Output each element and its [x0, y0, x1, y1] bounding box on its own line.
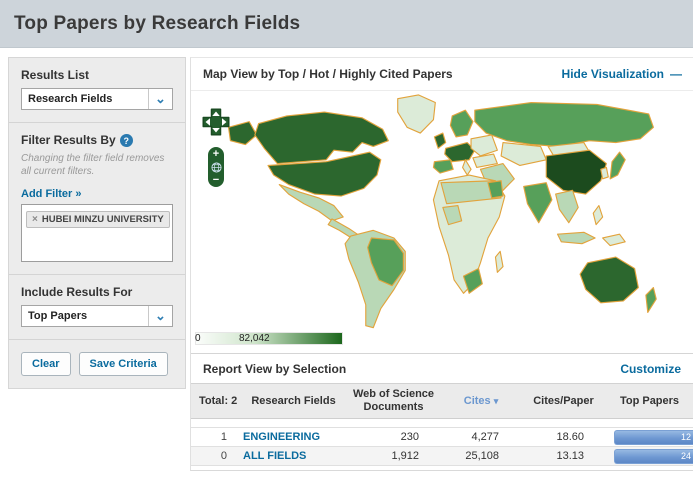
table-row: 1 ENGINEERING 230 4,277 18.60 12	[191, 428, 693, 447]
column-header-cites-per-paper[interactable]: Cites/Paper	[521, 384, 606, 419]
map-region-china[interactable]	[546, 150, 606, 194]
map-region-iberia[interactable]	[433, 160, 453, 173]
map-view-title: Map View by Top / Hot / Highly Cited Pap…	[203, 67, 453, 81]
minus-icon: —	[670, 67, 681, 81]
help-icon[interactable]: ?	[120, 134, 133, 147]
column-header-top-papers[interactable]: Top Papers	[606, 384, 693, 419]
include-results-label: Include Results For	[21, 285, 173, 299]
map-zoom-control[interactable]: + −	[208, 147, 224, 187]
cites-value: 4,277	[441, 428, 521, 447]
remove-filter-icon[interactable]: ×	[32, 214, 38, 225]
zoom-out-icon[interactable]: −	[213, 175, 219, 185]
cites-value: 25,108	[441, 447, 521, 466]
map-region-scandinavia[interactable]	[450, 110, 473, 137]
page-title-bar: Top Papers by Research Fields	[0, 0, 693, 48]
map-region-alaska[interactable]	[229, 122, 257, 145]
map-region-central-asia[interactable]	[501, 143, 546, 166]
chevron-down-icon[interactable]: ⌄	[148, 89, 172, 109]
map-region-indonesia[interactable]	[558, 232, 596, 243]
results-list-label: Results List	[21, 68, 173, 82]
results-panel: Map View by Top / Hot / Highly Cited Pap…	[190, 57, 693, 471]
hide-visualization-link[interactable]: Hide Visualization —	[562, 67, 681, 81]
chevron-down-icon[interactable]: ⌄	[148, 306, 172, 326]
filter-label: Filter Results By?	[21, 133, 173, 147]
criteria-sidebar: Results List Research Fields ⌄ Filter Re…	[8, 57, 186, 389]
globe-icon[interactable]	[211, 162, 222, 173]
map-region-eastern-europe[interactable]	[471, 135, 497, 156]
map-region-indochina[interactable]	[556, 190, 579, 222]
customize-link[interactable]: Customize	[620, 362, 681, 376]
map-region-madagascar[interactable]	[495, 251, 503, 272]
map-region-uk[interactable]	[434, 133, 445, 148]
content-area: Results List Research Fields ⌄ Filter Re…	[0, 48, 693, 482]
map-region-japan[interactable]	[610, 152, 625, 179]
report-view-header: Report View by Selection Customize	[191, 353, 693, 383]
cites-per-paper-value: 18.60	[521, 428, 606, 447]
report-view-title: Report View by Selection	[203, 362, 346, 376]
world-map-area: + − 0 82,042	[191, 91, 693, 353]
results-list-section: Results List Research Fields ⌄	[9, 58, 185, 123]
include-results-section: Include Results For Top Papers ⌄	[9, 275, 185, 340]
column-header-cites-sorted[interactable]: Cites ▾	[441, 384, 521, 419]
zoom-in-icon[interactable]: +	[213, 149, 219, 159]
filter-tag[interactable]: × HUBEI MINZU UNIVERSITY	[26, 211, 170, 228]
filter-note: Changing the filter field removes all cu…	[21, 153, 173, 178]
row-rank: 0	[191, 447, 241, 466]
map-region-philippines[interactable]	[593, 206, 602, 225]
map-region-new-zealand[interactable]	[646, 288, 656, 313]
clear-button[interactable]: Clear	[21, 352, 71, 376]
add-filter-link[interactable]: Add Filter »	[21, 188, 82, 200]
include-results-dropdown[interactable]: Top Papers ⌄	[21, 305, 173, 327]
table-header-row: Total: 2 Research Fields Web of Science …	[191, 384, 693, 419]
map-region-greenland[interactable]	[398, 95, 436, 133]
scale-max-label: 82,042	[239, 333, 270, 344]
map-region-russia[interactable]	[475, 103, 654, 147]
filter-tag-label: HUBEI MINZU UNIVERSITY	[42, 214, 164, 225]
map-view-header: Map View by Top / Hot / Highly Cited Pap…	[191, 58, 693, 91]
map-pan-control[interactable]	[201, 103, 231, 141]
filter-tag-box: × HUBEI MINZU UNIVERSITY	[21, 204, 173, 262]
map-region-italy[interactable]	[463, 160, 471, 175]
map-region-new-guinea[interactable]	[603, 234, 626, 245]
top-papers-value: 12	[681, 432, 691, 442]
cites-per-paper-value: 13.13	[521, 447, 606, 466]
map-region-central-europe[interactable]	[445, 143, 475, 162]
map-region-korea[interactable]	[601, 167, 609, 178]
sidebar-buttons: Clear Save Criteria	[9, 340, 185, 388]
top-papers-bar: 12	[614, 430, 693, 445]
field-link-all-fields[interactable]: ALL FIELDS	[243, 450, 306, 462]
save-criteria-button[interactable]: Save Criteria	[79, 352, 168, 376]
field-link-engineering[interactable]: ENGINEERING	[243, 431, 320, 443]
sort-desc-icon: ▾	[494, 396, 499, 406]
page-title: Top Papers by Research Fields	[14, 13, 300, 35]
column-header-research-fields[interactable]: Research Fields	[241, 384, 346, 419]
row-rank: 1	[191, 428, 241, 447]
total-count-label: Total: 2	[191, 384, 241, 419]
map-region-india[interactable]	[524, 183, 552, 223]
filter-section: Filter Results By? Changing the filter f…	[9, 123, 185, 275]
column-header-documents[interactable]: Web of Science Documents	[346, 384, 441, 419]
top-papers-value: 24	[681, 451, 691, 461]
choropleth-world-map[interactable]	[221, 93, 691, 341]
scale-min-label: 0	[195, 333, 201, 344]
results-list-selected-value: Research Fields	[22, 89, 148, 109]
results-list-dropdown[interactable]: Research Fields ⌄	[21, 88, 173, 110]
documents-value: 230	[346, 428, 441, 447]
map-region-australia[interactable]	[580, 257, 638, 303]
top-papers-bar: 24	[614, 449, 693, 464]
spacer-row	[191, 419, 693, 428]
documents-value: 1,912	[346, 447, 441, 466]
results-table: Total: 2 Research Fields Web of Science …	[191, 383, 693, 466]
table-row: 0 ALL FIELDS 1,912 25,108 13.13 24	[191, 447, 693, 466]
include-results-selected-value: Top Papers	[22, 306, 148, 326]
